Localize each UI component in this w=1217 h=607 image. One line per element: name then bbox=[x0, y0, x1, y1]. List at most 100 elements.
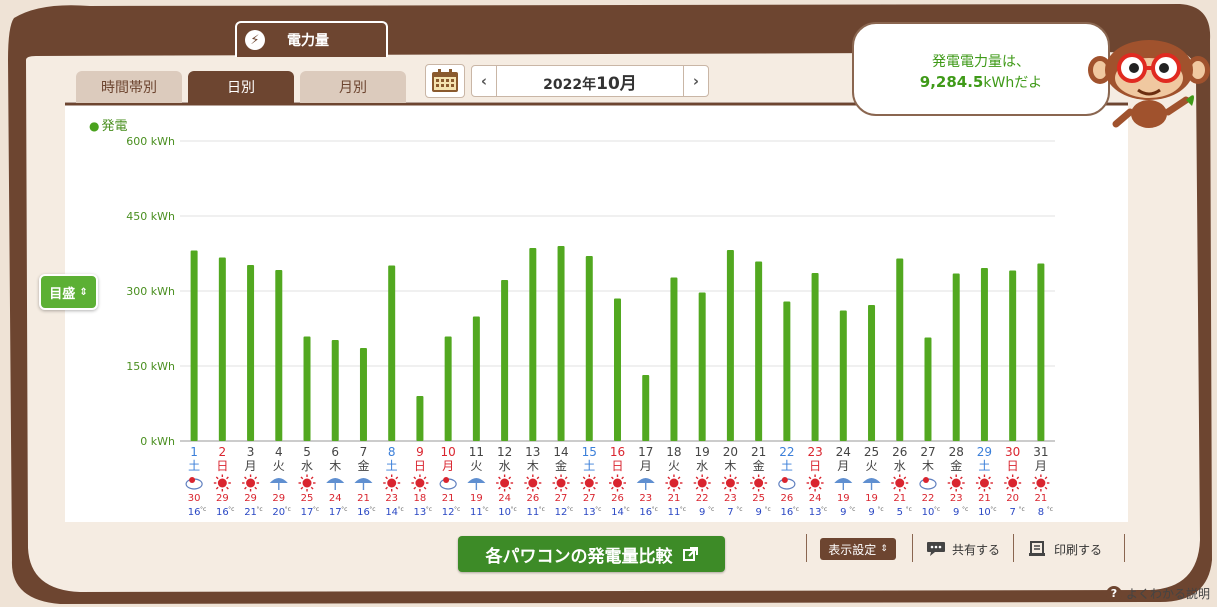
x-day-label: 16 bbox=[610, 445, 625, 459]
toolbar-divider bbox=[806, 534, 807, 562]
external-link-icon bbox=[682, 546, 698, 561]
temp-unit-label: °c bbox=[313, 506, 319, 513]
sun-behind-icon bbox=[781, 477, 788, 483]
temp-unit-label: °c bbox=[849, 506, 855, 513]
temp-unit-label: °c bbox=[539, 506, 545, 513]
temp-unit-label: °c bbox=[369, 506, 375, 513]
bar bbox=[247, 265, 255, 441]
sun-icon bbox=[810, 478, 820, 488]
compare-pcs-button[interactable]: 各パワコンの発電量比較 bbox=[458, 536, 725, 572]
sun-icon bbox=[979, 478, 989, 488]
sun-ray bbox=[752, 486, 755, 490]
temp-unit-label: °c bbox=[906, 506, 912, 513]
temp-high-label: 24 bbox=[329, 493, 342, 504]
x-weekday-label: 水 bbox=[301, 459, 313, 473]
temp-low-label: 10 bbox=[978, 507, 991, 518]
sun-ray bbox=[215, 486, 219, 490]
temp-unit-label: °c bbox=[341, 506, 347, 513]
temp-high-label: 22 bbox=[922, 493, 935, 504]
bar bbox=[416, 396, 424, 441]
temp-high-label: 24 bbox=[809, 493, 822, 504]
daily-generation-chart: 0 kWh150 kWh300 kWh450 kWh600 kWh1土3016 °… bbox=[126, 135, 1055, 518]
sun-ray bbox=[244, 486, 247, 490]
temp-unit-label: °c bbox=[510, 506, 516, 513]
bar bbox=[670, 277, 678, 441]
toolbar-divider bbox=[912, 534, 913, 562]
sun-icon bbox=[1036, 478, 1046, 488]
sun-ray bbox=[310, 476, 314, 480]
temp-unit-label: °c bbox=[482, 506, 488, 513]
share-button[interactable]: 共有する bbox=[926, 536, 1000, 562]
sun-ray bbox=[1044, 486, 1048, 490]
compare-label: 各パワコンの発電量比較 bbox=[485, 546, 673, 567]
temp-unit-label: °c bbox=[454, 506, 460, 513]
sun-ray bbox=[423, 476, 427, 480]
temp-unit-label: °c bbox=[680, 506, 686, 513]
sun-ray bbox=[903, 476, 907, 480]
sun-icon bbox=[1008, 478, 1018, 488]
x-weekday-label: 日 bbox=[1007, 459, 1019, 473]
sun-ray bbox=[310, 486, 314, 490]
temp-low-label: 7 bbox=[1009, 507, 1015, 518]
sun-ray bbox=[734, 476, 737, 480]
x-day-label: 30 bbox=[1005, 445, 1020, 459]
umbrella-icon bbox=[862, 478, 881, 483]
print-button[interactable]: 印刷する bbox=[1028, 536, 1102, 562]
x-weekday-label: 火 bbox=[273, 459, 285, 473]
temp-high-label: 21 bbox=[893, 493, 906, 504]
y-tick-label: 600 kWh bbox=[126, 135, 175, 148]
temp-low-label: 20 bbox=[272, 507, 285, 518]
x-day-label: 6 bbox=[331, 445, 339, 459]
display-settings-button[interactable]: 表示設定 ⇕ bbox=[820, 538, 896, 560]
x-day-label: 14 bbox=[553, 445, 568, 459]
sun-ray bbox=[808, 486, 812, 490]
temp-low-label: 12 bbox=[555, 507, 568, 518]
y-tick-label: 0 kWh bbox=[140, 435, 175, 448]
temp-high-label: 26 bbox=[526, 493, 539, 504]
sun-ray bbox=[498, 486, 501, 490]
sun-icon bbox=[669, 478, 679, 488]
temp-unit-label: °c bbox=[821, 506, 827, 513]
x-day-label: 12 bbox=[497, 445, 512, 459]
temp-low-label: 13 bbox=[809, 507, 822, 518]
temp-high-label: 21 bbox=[668, 493, 681, 504]
temp-low-label: 14 bbox=[385, 507, 398, 518]
sun-icon bbox=[528, 478, 538, 488]
bar bbox=[472, 316, 480, 441]
sun-behind-icon bbox=[922, 477, 929, 483]
sun-icon bbox=[754, 478, 764, 488]
sun-ray bbox=[949, 486, 953, 490]
temp-high-label: 19 bbox=[865, 493, 878, 504]
bar bbox=[275, 270, 283, 441]
x-day-label: 29 bbox=[977, 445, 992, 459]
temp-high-label: 21 bbox=[978, 493, 991, 504]
temp-high-label: 20 bbox=[1006, 493, 1019, 504]
x-weekday-label: 月 bbox=[245, 459, 257, 473]
x-day-label: 1 bbox=[190, 445, 198, 459]
sun-ray bbox=[554, 486, 558, 490]
sun-ray bbox=[667, 486, 671, 490]
x-weekday-label: 金 bbox=[357, 458, 369, 473]
x-weekday-label: 木 bbox=[922, 459, 934, 473]
sun-behind-icon bbox=[189, 477, 196, 483]
sun-ray bbox=[300, 486, 304, 490]
sun-ray bbox=[677, 486, 681, 490]
temp-unit-label: °c bbox=[764, 506, 770, 513]
toolbar-divider bbox=[1013, 534, 1014, 562]
x-weekday-label: 土 bbox=[781, 459, 793, 473]
sun-icon bbox=[387, 478, 397, 488]
sun-ray bbox=[1016, 476, 1020, 480]
sun-ray bbox=[988, 486, 991, 490]
chat-bubble-icon bbox=[927, 542, 945, 556]
x-day-label: 18 bbox=[666, 445, 681, 459]
help-link[interactable]: ? よくわかる説明 bbox=[1106, 585, 1210, 602]
sun-ray bbox=[959, 486, 963, 490]
sun-ray bbox=[413, 476, 417, 480]
temp-low-label: 9 bbox=[868, 507, 874, 518]
sun-ray bbox=[677, 476, 681, 480]
temp-high-label: 29 bbox=[244, 493, 257, 504]
sun-ray bbox=[705, 476, 709, 480]
x-day-label: 11 bbox=[469, 445, 484, 459]
sun-ray bbox=[536, 476, 540, 480]
x-day-label: 10 bbox=[441, 445, 456, 459]
